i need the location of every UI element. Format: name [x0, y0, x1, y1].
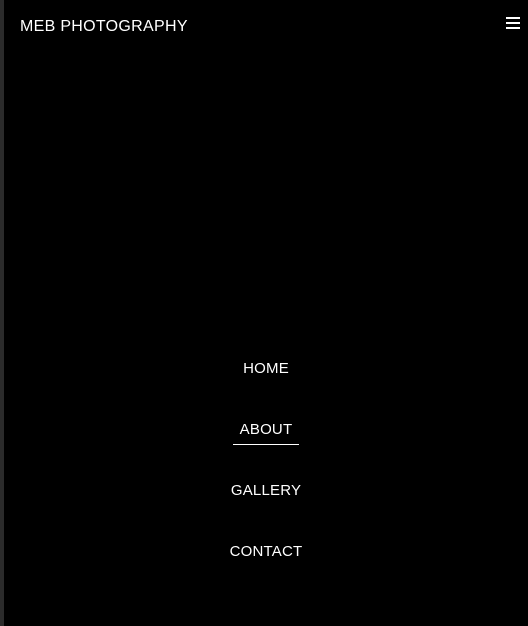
nav-link-contact[interactable]: CONTACT — [223, 533, 310, 567]
nav-item-home: HOME — [236, 350, 296, 411]
nav-link-home[interactable]: HOME — [236, 350, 296, 384]
hamburger-icon — [506, 17, 520, 29]
nav-link-about[interactable]: ABOUT — [232, 411, 300, 445]
site-brand[interactable]: MEB PHOTOGRAPHY — [20, 18, 188, 36]
nav-item-gallery: GALLERY — [224, 472, 308, 533]
main-navigation: HOME ABOUT GALLERY CONTACT — [4, 350, 528, 594]
menu-toggle-button[interactable] — [506, 16, 520, 30]
nav-item-contact: CONTACT — [223, 533, 310, 594]
nav-item-about: ABOUT — [232, 411, 300, 472]
nav-link-gallery[interactable]: GALLERY — [224, 472, 308, 506]
